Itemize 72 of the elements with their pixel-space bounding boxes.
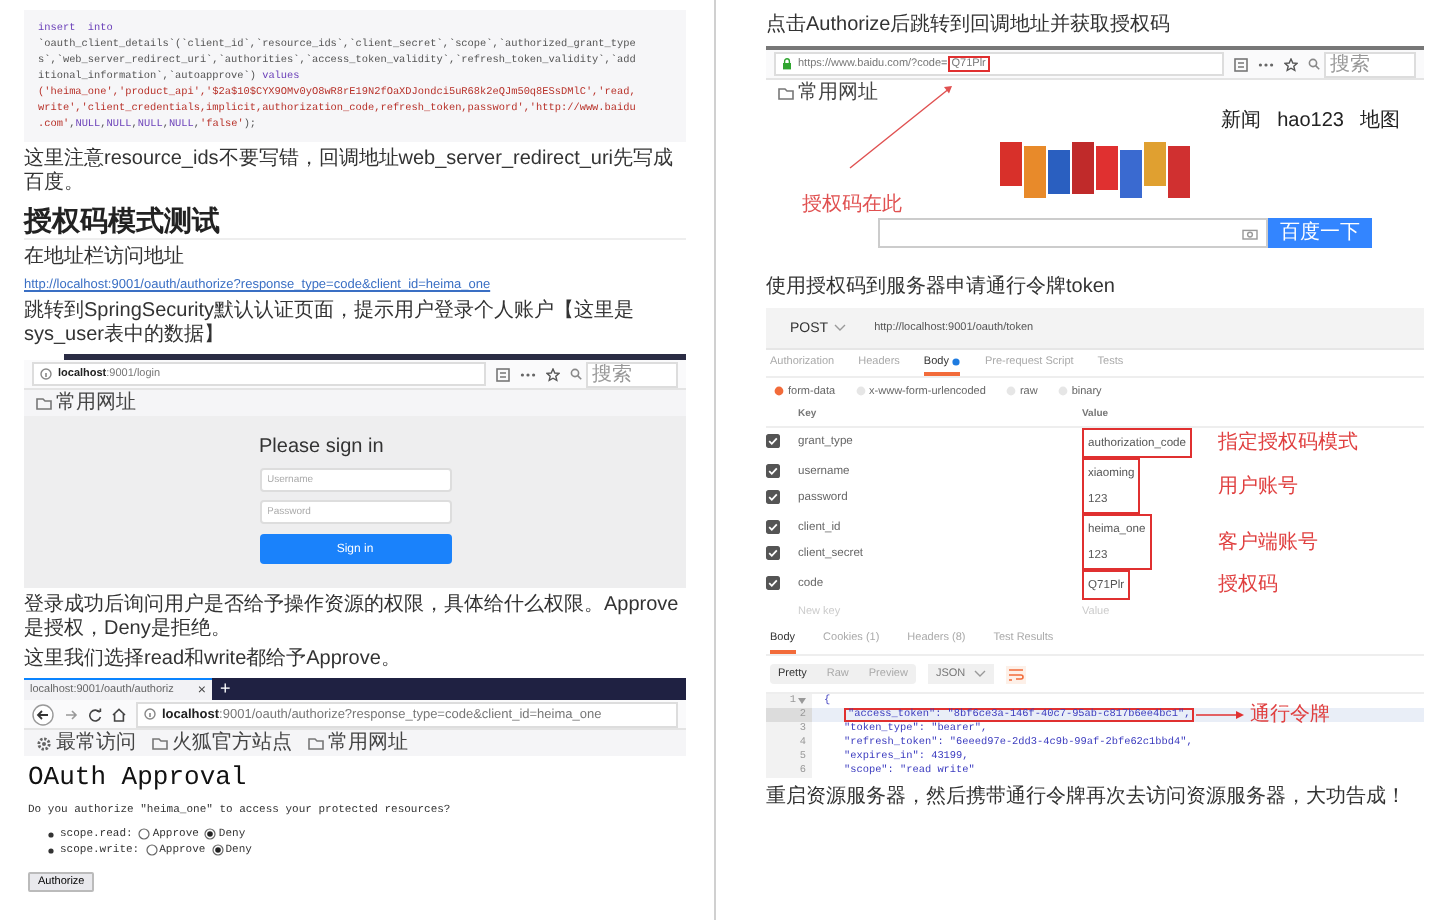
dot-icon bbox=[952, 357, 961, 365]
new-tab-button[interactable]: + bbox=[220, 678, 231, 700]
bookmark-item[interactable]: 常用网址 bbox=[778, 81, 878, 105]
page-title: OAuth Approval bbox=[28, 762, 249, 794]
search-field[interactable]: 搜索 bbox=[586, 361, 678, 387]
reader-icon bbox=[1234, 57, 1248, 71]
radio-icon[interactable] bbox=[1057, 386, 1068, 396]
checkbox-icon[interactable] bbox=[766, 520, 780, 534]
checkbox-icon[interactable] bbox=[766, 576, 780, 590]
radio-icon[interactable] bbox=[145, 844, 158, 856]
caret-icon bbox=[834, 324, 847, 332]
section-heading: 授权码模式测试 bbox=[24, 202, 686, 240]
back-icon[interactable] bbox=[32, 703, 54, 725]
bookmark-item[interactable]: 常用网址 bbox=[308, 731, 408, 755]
body-text: 重启资源服务器，然后携带通行令牌再次去访问资源服务器，大功告成！ bbox=[766, 786, 1408, 810]
bookmark-item[interactable]: 常用网址 bbox=[36, 391, 136, 415]
radio-icon[interactable] bbox=[855, 386, 866, 396]
search-field[interactable]: 搜索 bbox=[1324, 51, 1416, 77]
folder-icon bbox=[778, 86, 794, 100]
more-icon bbox=[520, 371, 536, 377]
lock-icon bbox=[782, 58, 792, 70]
bookmark-item[interactable]: 最常访问 bbox=[36, 731, 136, 755]
info-icon bbox=[144, 708, 156, 720]
body-text: 这里我们选择read和write都给予Approve。 bbox=[24, 648, 403, 672]
checkbox-icon[interactable] bbox=[766, 490, 780, 504]
body-text: 这里注意resource_ids不要写错，回调地址web_server_redirect_uri先写成百度。 bbox=[24, 148, 676, 196]
nav-link[interactable]: hao123 bbox=[1277, 110, 1344, 134]
annotation-text: 通行令牌 bbox=[1250, 705, 1331, 725]
radio-icon[interactable] bbox=[211, 844, 224, 856]
checkbox-icon[interactable] bbox=[766, 464, 780, 478]
info-icon bbox=[40, 368, 52, 380]
home-icon[interactable] bbox=[112, 707, 126, 721]
checkbox-icon[interactable] bbox=[766, 434, 780, 448]
annotation-text: 用户账号 bbox=[1216, 473, 1300, 499]
page-title: Please sign in bbox=[259, 436, 386, 460]
body-text: 使用授权码到服务器申请通行令牌token bbox=[766, 276, 1117, 300]
radio-icon[interactable] bbox=[204, 828, 217, 840]
radio-icon[interactable] bbox=[1005, 386, 1016, 396]
reader-icon bbox=[496, 367, 510, 381]
radio-icon[interactable] bbox=[774, 386, 784, 396]
nav-link[interactable]: 地图 bbox=[1360, 110, 1400, 134]
star-icon bbox=[546, 367, 560, 381]
bullet-icon bbox=[48, 847, 54, 853]
annotation-text: 授权码在此 bbox=[802, 194, 902, 218]
body-text: 登录成功后询问用户是否给予操作资源的权限，具体给什么权限。Approve是授权，Deny是拒绝。 bbox=[24, 594, 681, 642]
checkbox-icon[interactable] bbox=[766, 546, 780, 560]
bookmark-item[interactable]: 火狐官方站点 bbox=[152, 731, 292, 755]
gear-icon bbox=[36, 735, 52, 751]
nav-link[interactable]: 新闻 bbox=[1221, 110, 1262, 134]
bullet-icon bbox=[48, 831, 54, 837]
folder-icon bbox=[308, 736, 324, 750]
annotation-text: 客户端账号 bbox=[1216, 529, 1320, 555]
reload-icon[interactable] bbox=[88, 707, 102, 721]
folder-icon bbox=[36, 396, 52, 410]
annotation-arrow bbox=[1194, 710, 1247, 720]
search-icon bbox=[570, 368, 582, 380]
radio-icon[interactable] bbox=[138, 828, 151, 840]
body-text: 跳转到SpringSecurity默认认证页面，提示用户登录个人账户【这里是sys_user表中的数据】 bbox=[24, 300, 637, 348]
star-icon bbox=[1284, 57, 1298, 71]
annotation-text: 指定授权码模式 bbox=[1216, 430, 1360, 456]
caret-icon bbox=[973, 670, 986, 678]
body-text: 点击Authorize后跳转到回调地址并获取授权码 bbox=[766, 14, 1173, 38]
search-icon bbox=[1308, 58, 1320, 70]
search-button[interactable]: 百度一下 bbox=[1268, 218, 1372, 248]
forward-icon[interactable] bbox=[64, 707, 78, 721]
folder-icon bbox=[152, 736, 168, 750]
search-input[interactable] bbox=[878, 218, 1268, 248]
annotation-text: 授权码 bbox=[1216, 572, 1280, 598]
camera-icon bbox=[1242, 227, 1258, 239]
fold-icon[interactable] bbox=[798, 698, 806, 704]
more-icon bbox=[1258, 61, 1274, 67]
body-text: 在地址栏访问地址 bbox=[24, 246, 186, 270]
